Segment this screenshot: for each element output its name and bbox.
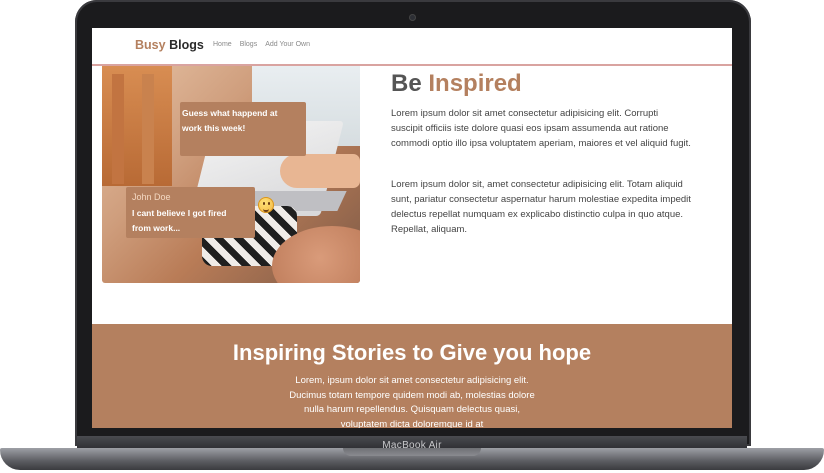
nav-link-home[interactable]: Home (213, 41, 232, 48)
model-label: MacBook Air (382, 440, 442, 451)
sweat-smile-emoji-icon (258, 197, 274, 213)
stool-leg (142, 74, 154, 184)
chat-bubble-1: Guess what happend at work this week! (180, 102, 306, 156)
stories-band: Inspiring Stories to Give you hope Lorem… (92, 324, 732, 428)
chat-bubble-2-text: I cant believe I got fired from work... (132, 208, 227, 233)
page-title: Be Inspired (391, 70, 522, 98)
chat-bubble-1-text: Guess what happend at work this week! (182, 108, 278, 133)
brand-part-2: Blogs (169, 38, 204, 52)
laptop-screen: Busy Blogs Home Blogs Add Your Own Guess… (92, 28, 732, 428)
paragraph-1: Lorem ipsum dolor sit amet consectetur a… (391, 108, 691, 149)
nav-links: Home Blogs Add Your Own (213, 41, 310, 48)
brand-logo[interactable]: Busy Blogs (135, 38, 204, 52)
paragraph-2: Lorem ipsum dolor sit, amet consectetur … (391, 179, 691, 235)
stool-leg (112, 74, 124, 184)
band-text: Lorem, ipsum dolor sit amet consectetur … (289, 375, 535, 428)
camera-icon (409, 14, 416, 21)
brand-part-1: Busy (135, 38, 166, 52)
nav-link-add-your-own[interactable]: Add Your Own (265, 41, 310, 48)
arm-shape (280, 154, 360, 188)
band-title: Inspiring Stories to Give you hope (232, 340, 592, 365)
navbar: Busy Blogs Home Blogs Add Your Own (92, 28, 732, 66)
chat-bubble-2: John Doe I cant believe I got fired from… (126, 187, 274, 238)
title-part-1: Be (391, 70, 422, 97)
chat-bubble-2-name: John Doe (132, 192, 171, 202)
nav-link-blogs[interactable]: Blogs (240, 41, 258, 48)
title-part-2: Inspired (428, 70, 522, 97)
hero-image: Guess what happend at work this week! Jo… (102, 66, 360, 283)
